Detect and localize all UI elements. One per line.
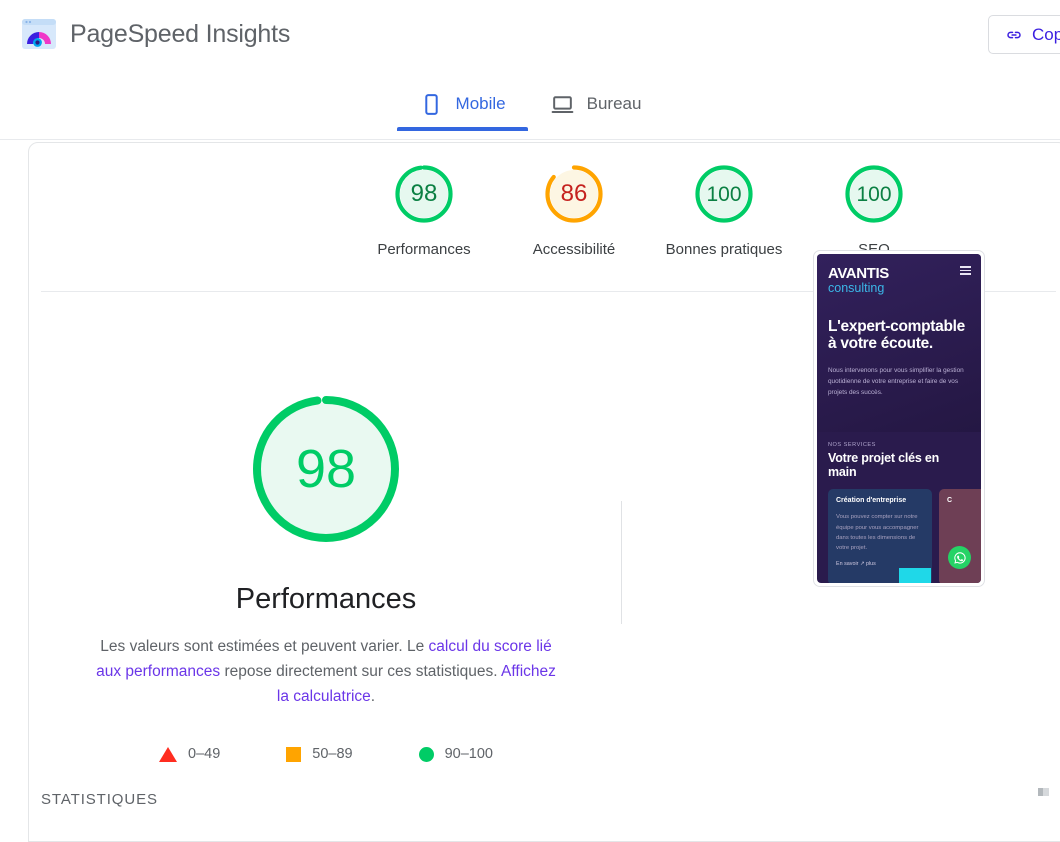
- square-icon: [286, 747, 301, 762]
- page-screenshot-thumbnail: AVANTIS consulting L'expert-comptable à …: [813, 250, 985, 587]
- score-label: Performances: [377, 241, 470, 258]
- legend-range: 50–89: [312, 746, 352, 762]
- tab-bureau-label: Bureau: [587, 94, 642, 114]
- copy-link-label: Cop: [1032, 25, 1060, 45]
- score-gauge-accessibilite[interactable]: 86 Accessibilité: [499, 163, 649, 258]
- main-score-title: Performances: [236, 583, 417, 616]
- category-scores-row: 98 Performances 86 Accessibilité 100: [29, 163, 1039, 258]
- tab-mobile-label: Mobile: [456, 94, 506, 114]
- legend-item-low: 0–49: [159, 746, 220, 762]
- gauge-ring: 86: [543, 163, 605, 225]
- performance-score-section: 98 Performances Les valeurs sont estimée…: [29, 393, 623, 709]
- score-gauge-performances[interactable]: 98 Performances: [349, 163, 499, 258]
- corner-artifact: [1038, 788, 1049, 796]
- desc-part-3: .: [371, 688, 375, 705]
- desc-part-1: Les valeurs sont estimées et peuvent var…: [100, 638, 428, 655]
- whatsapp-icon: [948, 546, 971, 569]
- thumbnail-card-link: En savoir ↗ plus: [836, 560, 924, 568]
- gauge-ring: 98: [393, 163, 455, 225]
- thumbnail-card-body: Vous pouvez compter sur notre équipe pou…: [836, 512, 924, 553]
- legend-range: 90–100: [445, 746, 493, 762]
- desc-part-2: repose directement sur ces statistiques.: [220, 663, 501, 680]
- thumbnail-logo-main: AVANTIS: [828, 266, 970, 281]
- score-value: 100: [843, 163, 905, 225]
- thumbnail-services-section: NOS SERVICES Votre projet clés en main: [817, 432, 981, 479]
- thumbnail-services-title: Votre projet clés en main: [828, 451, 970, 479]
- score-label: Bonnes pratiques: [666, 241, 783, 258]
- circle-icon: [419, 747, 434, 762]
- score-gauge-seo[interactable]: 100 SEO: [799, 163, 949, 258]
- mobile-phone-icon: [419, 92, 444, 117]
- main-score-value: 98: [250, 393, 402, 545]
- brand: PageSpeed Insights: [20, 15, 290, 53]
- score-value: 98: [393, 163, 455, 225]
- gauge-ring: 100: [693, 163, 755, 225]
- thumbnail-headline: L'expert-comptable à votre écoute.: [828, 318, 970, 353]
- score-value: 86: [543, 163, 605, 225]
- thumbnail-accent-block: [899, 568, 931, 583]
- triangle-icon: [159, 747, 177, 762]
- score-gauge-bonnes-pratiques[interactable]: 100 Bonnes pratiques: [649, 163, 799, 258]
- thumbnail-logo-sub: consulting: [828, 282, 970, 296]
- copy-link-button[interactable]: Cop: [988, 15, 1060, 54]
- score-label: Accessibilité: [533, 241, 616, 258]
- legend-item-high: 90–100: [419, 746, 493, 762]
- legend-item-medium: 50–89: [286, 746, 352, 762]
- thumbnail-hero: AVANTIS consulting L'expert-comptable à …: [817, 254, 981, 432]
- vertical-divider: [621, 501, 622, 624]
- tab-bureau[interactable]: Bureau: [528, 78, 664, 130]
- score-legend: 0–49 50–89 90–100: [29, 746, 623, 762]
- link-icon: [1005, 26, 1023, 44]
- main-gauge-ring: 98: [250, 393, 402, 545]
- desktop-laptop-icon: [550, 92, 575, 117]
- thumbnail-content: AVANTIS consulting L'expert-comptable à …: [817, 254, 981, 583]
- legend-range: 0–49: [188, 746, 220, 762]
- thumbnail-card-title: C: [947, 497, 981, 505]
- gauge-ring: 100: [843, 163, 905, 225]
- page-title: PageSpeed Insights: [70, 20, 290, 49]
- app-header: PageSpeed Insights Cop: [0, 0, 1060, 68]
- pagespeed-gauge-icon: [20, 15, 58, 53]
- main-score-description: Les valeurs sont estimées et peuvent var…: [91, 634, 561, 709]
- tab-mobile[interactable]: Mobile: [397, 78, 528, 130]
- hamburger-menu-icon: [960, 266, 971, 275]
- thumbnail-subtext: Nous intervenons pour vous simplifier la…: [828, 365, 970, 398]
- thumbnail-services-eyebrow: NOS SERVICES: [828, 442, 970, 448]
- device-tabs: Mobile Bureau: [0, 78, 1060, 140]
- thumbnail-card-title: Création d'entreprise: [836, 497, 924, 505]
- score-value: 100: [693, 163, 755, 225]
- thumbnail-service-cards: Création d'entreprise Vous pouvez compte…: [817, 489, 981, 583]
